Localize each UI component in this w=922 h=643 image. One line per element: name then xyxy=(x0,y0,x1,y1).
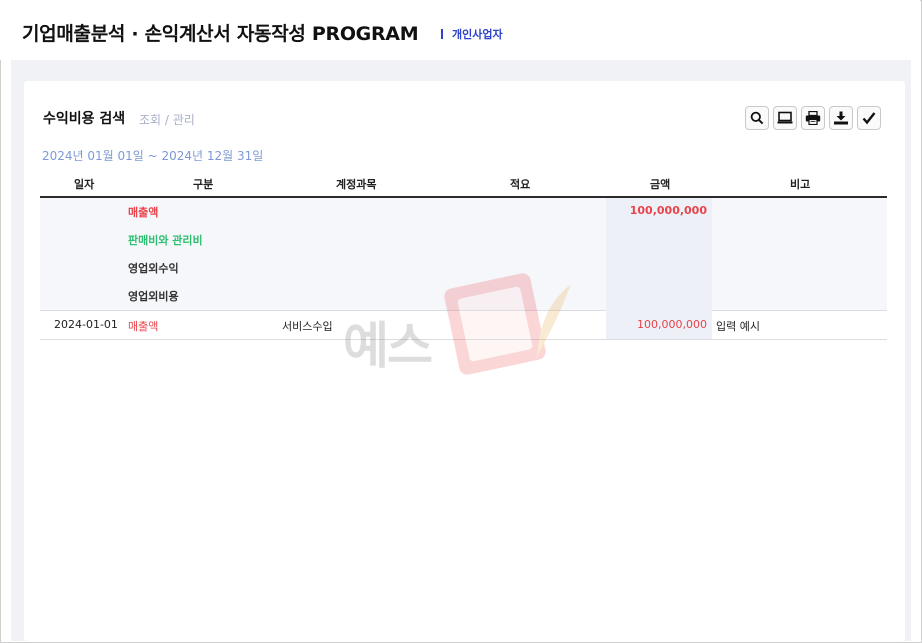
summary-label-revenue: 매출액 xyxy=(128,206,159,219)
print-button[interactable] xyxy=(801,106,825,130)
row-note: 입력 예시 xyxy=(716,320,760,333)
row-account: 서비스수입 xyxy=(282,320,333,333)
column-header-account[interactable]: 계정과목 xyxy=(336,176,376,192)
view-button[interactable] xyxy=(773,106,797,130)
panel-title: 수익비용 검색 xyxy=(43,111,126,127)
column-header-note[interactable]: 비고 xyxy=(790,176,810,192)
app-title: 기업매출분석 · 손익계산서 자동작성 PROGRAM xyxy=(22,23,419,45)
search-panel xyxy=(24,81,905,641)
date-range[interactable]: 2024년 01월 01일 ~ 2024년 12월 31일 xyxy=(42,147,263,164)
row-amount: 100,000,000 xyxy=(637,318,707,331)
check-icon xyxy=(862,112,876,125)
table-header: 일자 구분 계정과목 적요 금액 비고 xyxy=(40,171,887,198)
download-icon xyxy=(834,111,848,125)
summary-label-non-op-income: 영업외수익 xyxy=(128,262,179,275)
app-header: 기업매출분석 · 손익계산서 자동작성 PROGRAM 개인사업자 xyxy=(0,0,920,60)
row-date: 2024-01-01 xyxy=(54,318,118,331)
summary-amount-revenue: 100,000,000 xyxy=(629,204,707,217)
column-header-amount[interactable]: 금액 xyxy=(650,176,670,192)
column-header-memo[interactable]: 적요 xyxy=(510,176,530,192)
column-header-date[interactable]: 일자 xyxy=(74,176,94,192)
table-row[interactable]: 2024-01-01 매출액 서비스수입 100,000,000 입력 예시 xyxy=(40,311,887,340)
title-separator xyxy=(441,29,443,39)
business-type-label: 개인사업자 xyxy=(452,28,503,41)
confirm-button[interactable] xyxy=(857,106,881,130)
summary-label-non-op-expense: 영업외비용 xyxy=(128,290,179,303)
column-header-category[interactable]: 구분 xyxy=(193,176,213,192)
print-icon xyxy=(805,111,821,125)
panel-subtitle: 조회 / 관리 xyxy=(139,113,195,127)
row-category: 매출액 xyxy=(128,320,159,333)
search-icon xyxy=(750,111,764,125)
search-button[interactable] xyxy=(745,106,769,130)
summary-label-sga: 판매비와 관리비 xyxy=(128,234,203,247)
download-button[interactable] xyxy=(829,106,853,130)
monitor-icon xyxy=(777,111,793,124)
